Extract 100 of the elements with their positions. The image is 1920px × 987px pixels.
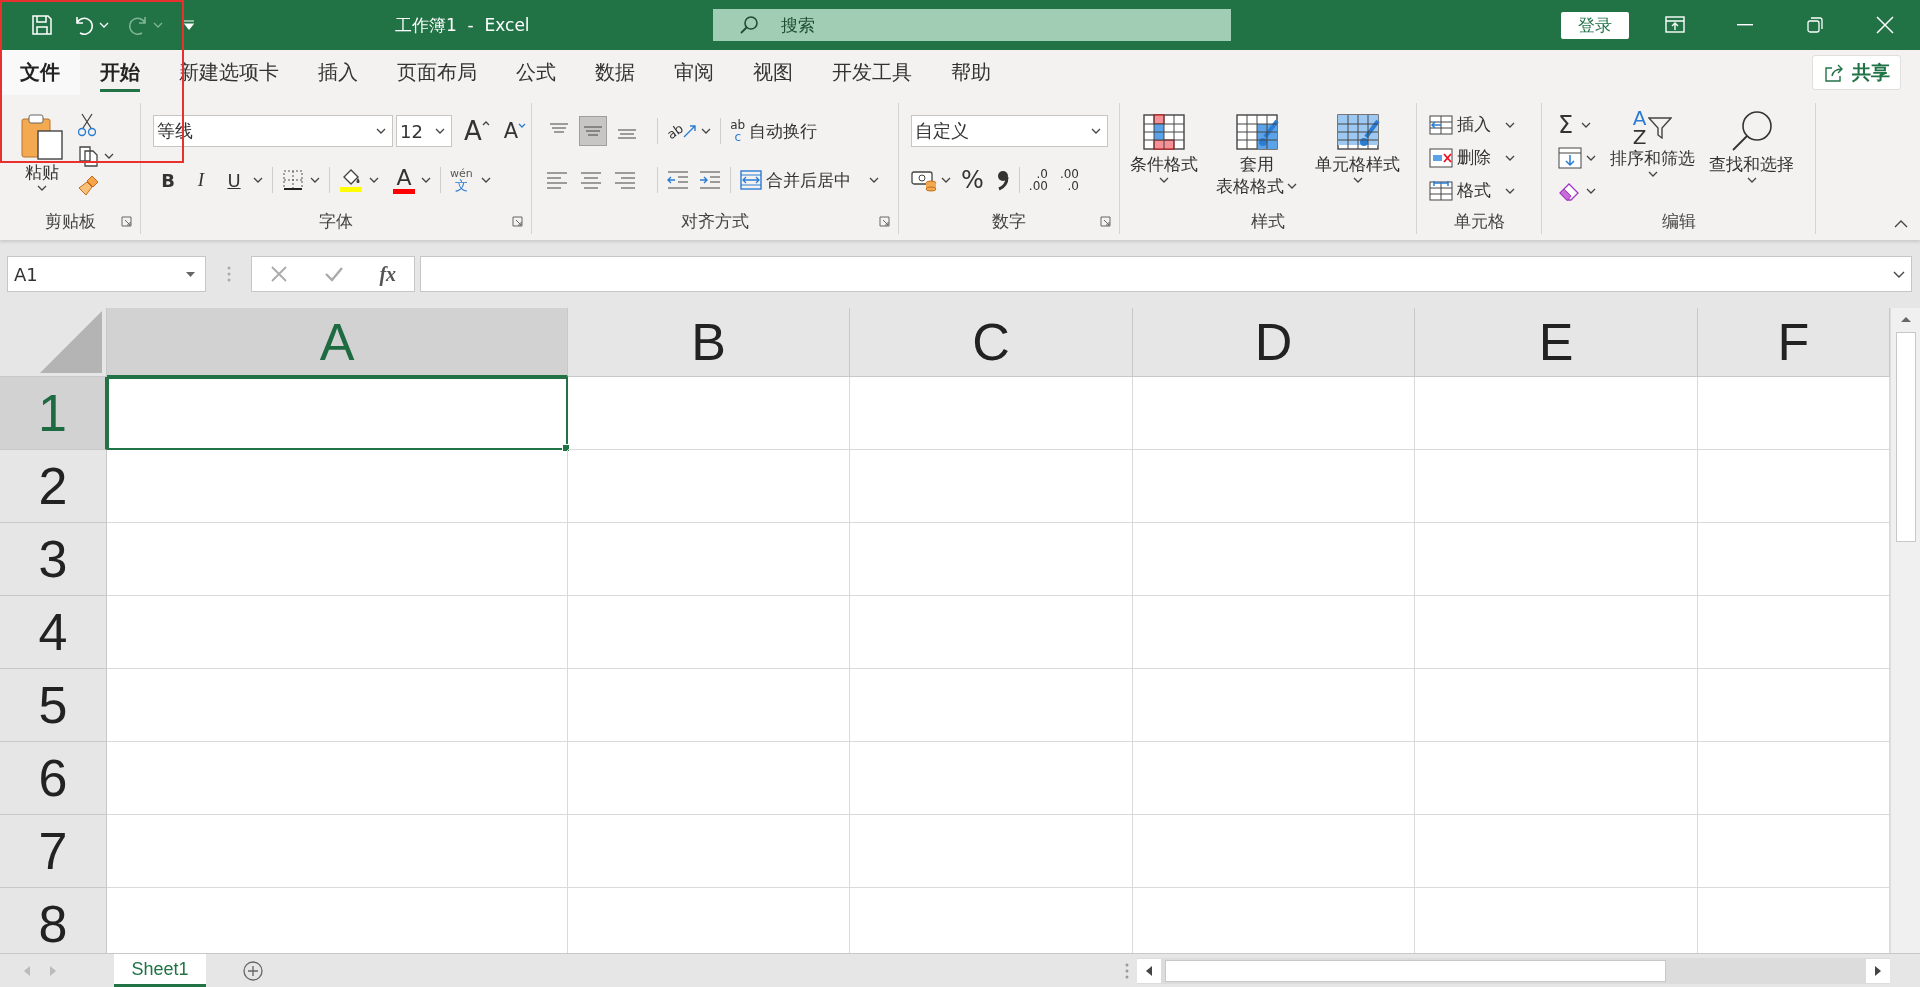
grid-cell[interactable]: [1415, 815, 1698, 888]
paste-button[interactable]: 粘贴: [20, 103, 64, 197]
close-icon[interactable]: [1876, 16, 1894, 34]
fill-color-icon[interactable]: [339, 167, 363, 193]
row-header[interactable]: 2: [0, 450, 107, 523]
underline-button[interactable]: U: [219, 169, 249, 191]
column-header[interactable]: F: [1698, 308, 1890, 377]
caret-icon[interactable]: [186, 271, 195, 277]
grid-cell[interactable]: [1133, 815, 1415, 888]
caret-icon[interactable]: [701, 128, 712, 134]
decrease-decimal-button[interactable]: .00 .0: [1059, 168, 1079, 192]
row-header[interactable]: 8: [0, 888, 107, 953]
next-sheet-icon[interactable]: [48, 964, 58, 977]
grid-cell[interactable]: [107, 815, 568, 888]
caret-icon[interactable]: [1746, 176, 1757, 183]
grid-cell[interactable]: [1133, 377, 1415, 450]
undo-icon[interactable]: [73, 14, 95, 36]
percent-button[interactable]: %: [961, 166, 984, 194]
grid-cell[interactable]: [107, 450, 568, 523]
phonetic-guide-button[interactable]: wén 文: [450, 168, 473, 192]
grid-cell[interactable]: [568, 523, 850, 596]
scroll-right-icon[interactable]: [1874, 964, 1882, 977]
caret-icon[interactable]: [37, 184, 47, 191]
row-header[interactable]: 3: [0, 523, 107, 596]
name-box[interactable]: A1: [7, 256, 206, 292]
grid-cell[interactable]: [568, 669, 850, 742]
insert-function-button[interactable]: fx: [379, 262, 397, 286]
select-all-icon[interactable]: [40, 311, 102, 373]
caret-icon[interactable]: [941, 177, 951, 183]
caret-icon[interactable]: [104, 153, 114, 159]
ribbon-display-icon[interactable]: [1665, 16, 1685, 34]
cancel-icon[interactable]: [269, 265, 288, 283]
caret-icon[interactable]: [1581, 121, 1592, 128]
row-header[interactable]: 5: [0, 669, 107, 742]
grid-cell[interactable]: [568, 742, 850, 815]
customize-icon[interactable]: [183, 20, 195, 30]
caret-icon[interactable]: [310, 177, 320, 183]
scroll-left-icon[interactable]: [1145, 964, 1153, 977]
grid-cell[interactable]: [1133, 523, 1415, 596]
grid-cell[interactable]: [107, 742, 568, 815]
caret-icon[interactable]: [1287, 183, 1297, 190]
accounting-icon[interactable]: [911, 168, 937, 192]
grid-cell[interactable]: [568, 815, 850, 888]
ribbon-tab[interactable]: 开发工具: [812, 50, 931, 95]
grid-cell[interactable]: [1133, 669, 1415, 742]
caret-icon[interactable]: [480, 177, 491, 183]
dialog-launcher-icon[interactable]: [512, 215, 523, 227]
column-header[interactable]: B: [568, 308, 850, 377]
increase-decimal-button[interactable]: .0 .00: [1028, 168, 1048, 192]
caret-icon[interactable]: [369, 177, 379, 183]
grid-cell[interactable]: [850, 523, 1133, 596]
scrollbar-thumb[interactable]: [1895, 332, 1916, 542]
grid-cell[interactable]: [850, 377, 1133, 450]
format-painter-icon[interactable]: [78, 175, 100, 197]
collapse-ribbon-icon[interactable]: [1894, 220, 1908, 228]
grid-cell[interactable]: [1133, 450, 1415, 523]
ribbon-tab[interactable]: 公式: [496, 50, 575, 95]
decrease-indent-icon[interactable]: [667, 170, 689, 190]
selected-cell[interactable]: [107, 377, 568, 450]
row-header[interactable]: 7: [0, 815, 107, 888]
share-button[interactable]: 共享: [1812, 55, 1901, 90]
bold-button[interactable]: B: [153, 169, 183, 191]
caret-icon[interactable]: [1505, 187, 1515, 194]
grid-cell[interactable]: [850, 596, 1133, 669]
grid-cell[interactable]: [568, 377, 850, 450]
grid-cell[interactable]: [1415, 669, 1698, 742]
caret-icon[interactable]: [1505, 154, 1515, 161]
grid-cell[interactable]: [850, 669, 1133, 742]
row-header[interactable]: 6: [0, 742, 107, 815]
enter-icon[interactable]: [323, 266, 344, 282]
grid-cell[interactable]: [1415, 523, 1698, 596]
caret-icon[interactable]: [869, 177, 879, 183]
comma-style-icon[interactable]: [995, 168, 1010, 192]
caret-icon[interactable]: [421, 177, 431, 183]
grid-cell[interactable]: [850, 450, 1133, 523]
ribbon-tab[interactable]: 页面布局: [377, 50, 496, 95]
caret-icon[interactable]: [1586, 154, 1596, 161]
ribbon-tab[interactable]: 开始: [80, 50, 159, 95]
ribbon-button[interactable]: 插入: [1429, 111, 1541, 138]
ribbon-tab[interactable]: 审阅: [654, 50, 733, 95]
horizontal-align-icon[interactable]: [546, 170, 568, 190]
expand-formula-bar-icon[interactable]: [1893, 270, 1905, 278]
caret-icon[interactable]: [1091, 128, 1101, 134]
font-color-button[interactable]: A: [393, 166, 415, 194]
grid-cell[interactable]: [1133, 742, 1415, 815]
caret-icon[interactable]: [1586, 187, 1596, 194]
border-icon[interactable]: [282, 169, 304, 191]
ribbon-button[interactable]: 查找和选择: [1709, 103, 1794, 204]
restore-icon[interactable]: [1807, 17, 1823, 33]
caret-icon[interactable]: [1647, 170, 1658, 177]
fill-down-icon[interactable]: [1558, 146, 1582, 169]
grid-cell[interactable]: [850, 815, 1133, 888]
dialog-launcher-icon[interactable]: [879, 215, 890, 227]
save-icon[interactable]: [31, 14, 53, 36]
grid-cell[interactable]: [1415, 596, 1698, 669]
grid-cell[interactable]: [568, 596, 850, 669]
ribbon-tab[interactable]: 插入: [298, 50, 377, 95]
sheet-tab[interactable]: Sheet1: [114, 954, 206, 987]
search-field[interactable]: 搜索: [713, 9, 1231, 41]
ribbon-button[interactable]: 单元格样式: [1315, 103, 1400, 197]
